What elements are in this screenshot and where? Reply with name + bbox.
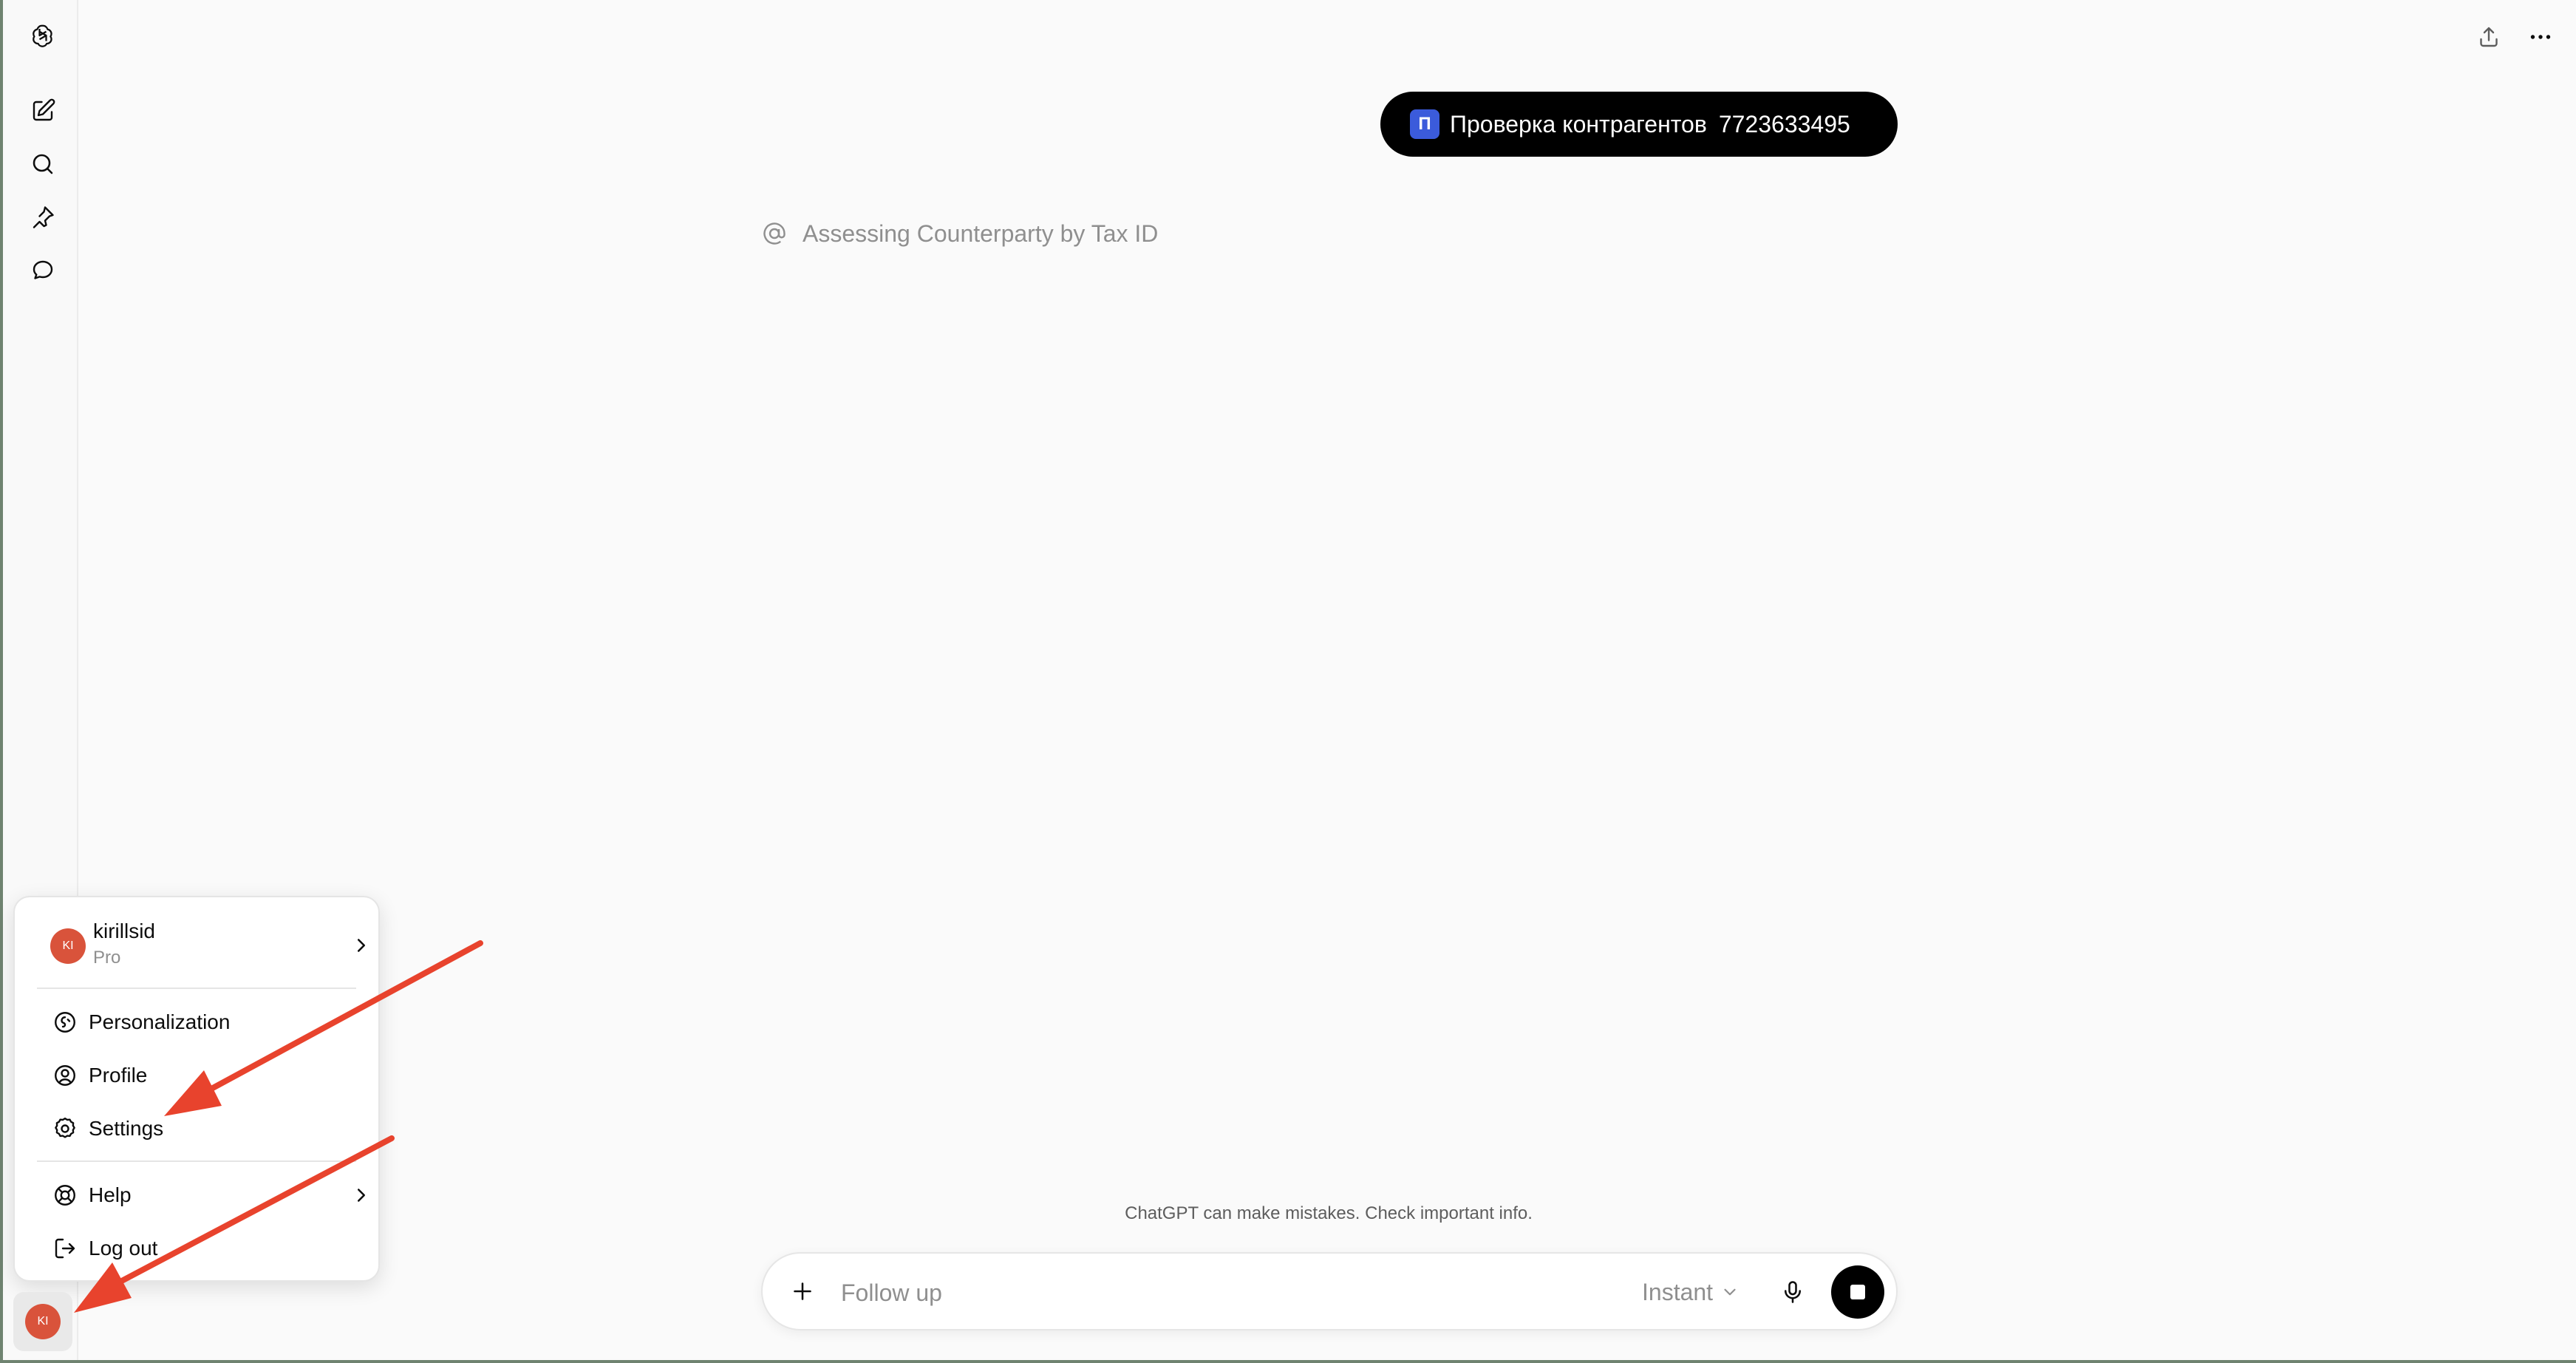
personalization-icon	[55, 1012, 75, 1033]
gpt-badge[interactable]: П	[1410, 109, 1439, 139]
stop-generating-button[interactable]	[1831, 1265, 1884, 1319]
openai-logo-icon[interactable]	[22, 15, 64, 56]
account-menu-user[interactable]: KI kirillsid Pro	[30, 912, 365, 980]
menu-divider	[37, 1160, 356, 1162]
account-menu: KI kirillsid Pro Personalization Profile	[13, 896, 380, 1282]
menu-divider	[37, 988, 356, 989]
follow-up-input[interactable]	[839, 1273, 1581, 1313]
help-lifebuoy-icon	[55, 1185, 75, 1206]
chevron-right-icon	[358, 939, 365, 952]
avatar: KI	[50, 928, 86, 964]
microphone-icon	[1784, 1281, 1802, 1303]
menu-item-label: Settings	[89, 1117, 164, 1140]
chatgpt-window: П Проверка контрагентов 7723633495 Asses…	[0, 0, 2576, 1363]
at-sign-icon	[763, 222, 786, 245]
profile-icon	[55, 1065, 75, 1086]
chevron-down-icon	[1724, 1288, 1736, 1296]
menu-item-help[interactable]: Help	[30, 1171, 365, 1220]
menu-item-profile[interactable]: Profile	[30, 1051, 364, 1100]
stop-icon	[1850, 1285, 1865, 1299]
menu-item-personalization[interactable]: Personalization	[30, 998, 364, 1047]
model-selector[interactable]: Instant	[1642, 1274, 1740, 1310]
user-message-bubble: П Проверка контрагентов 7723633495	[1380, 92, 1898, 157]
composer: Instant	[761, 1252, 1898, 1330]
menu-item-label: Log out	[89, 1237, 158, 1260]
more-horizontal-icon[interactable]	[2520, 16, 2561, 58]
pin-icon[interactable]	[22, 197, 64, 238]
disclaimer-text: ChatGPT can make mistakes. Check importa…	[1125, 1203, 1533, 1223]
assistant-status: Assessing Counterparty by Tax ID	[761, 216, 1158, 251]
menu-item-label: Help	[89, 1183, 132, 1206]
logout-icon	[55, 1238, 75, 1259]
account-avatar-button[interactable]: KI	[13, 1292, 72, 1351]
model-selector-label: Instant	[1642, 1278, 1714, 1305]
search-icon[interactable]	[22, 143, 64, 185]
user-message-text: 7723633495	[1718, 110, 1850, 137]
menu-item-label: Personalization	[89, 1010, 231, 1033]
share-icon[interactable]	[2468, 16, 2509, 58]
add-attachment-button[interactable]	[783, 1272, 822, 1311]
plus-icon	[794, 1282, 811, 1300]
microphone-button[interactable]	[1773, 1273, 1812, 1311]
gear-icon	[55, 1118, 75, 1138]
annotation-arrows	[74, 940, 483, 1313]
chat-bubble-icon[interactable]	[22, 250, 64, 291]
assistant-status-text: Assessing Counterparty by Tax ID	[803, 220, 1159, 247]
gpt-mention-name[interactable]: Проверка контрагентов	[1450, 111, 1707, 138]
menu-item-logout[interactable]: Log out	[30, 1224, 364, 1273]
avatar: KI	[25, 1304, 61, 1339]
new-chat-icon[interactable]	[22, 90, 64, 132]
chevron-right-icon	[358, 1189, 365, 1202]
username: kirillsid	[93, 920, 155, 942]
window-edge-bottom	[0, 1360, 2576, 1363]
menu-item-settings[interactable]: Settings	[30, 1104, 364, 1153]
menu-item-label: Profile	[89, 1064, 148, 1087]
plan-label: Pro	[93, 948, 121, 968]
